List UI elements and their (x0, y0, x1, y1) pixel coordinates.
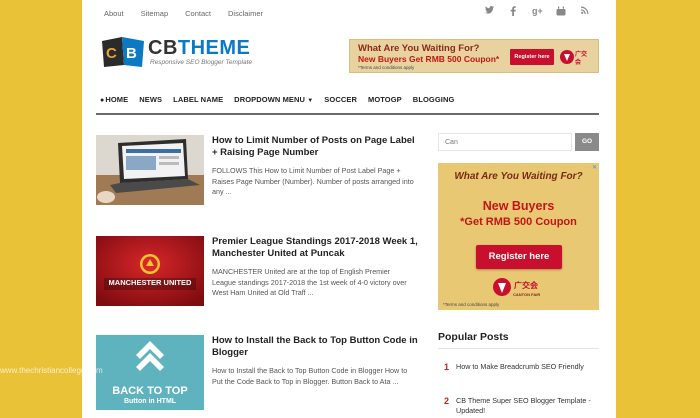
manchester-united-photo (96, 236, 204, 306)
nav-divider (96, 113, 599, 115)
logo-mark-icon: C B (102, 37, 144, 67)
popular-posts-title: Popular Posts (438, 331, 509, 343)
nav-news[interactable]: NEWS (139, 95, 162, 115)
banner-register-button[interactable]: Register here (510, 49, 554, 65)
ad-headline: What Are You Waiting For? (454, 171, 583, 182)
ad-terms: *Terms and conditions apply (443, 302, 500, 307)
banner-offer: New Buyers Get RMB 500 Coupon* (358, 54, 500, 64)
svg-text:广交会: 广交会 (514, 280, 538, 290)
header-ad-banner[interactable]: What Are You Waiting For? New Buyers Get… (349, 39, 599, 73)
facebook-icon[interactable] (508, 6, 518, 18)
svg-text:B: B (126, 45, 137, 62)
nav-dropdown-label: DROPDOWN MENU (234, 95, 306, 104)
thumb-caption: MANCHESTER UNITED (108, 278, 192, 287)
ad-close-icon[interactable]: ✕ (592, 164, 597, 171)
nav-label-name[interactable]: LABEL NAME (173, 95, 223, 115)
blog-page: About Sitemap Contact Disclaimer g+ C B … (82, 0, 616, 418)
sitemap-link[interactable]: Sitemap (141, 9, 169, 18)
top-links: About Sitemap Contact Disclaimer (104, 9, 280, 18)
laptop-photo (96, 135, 204, 205)
nav-blogging[interactable]: BLOGGING (413, 95, 455, 115)
ad-logo-text: CANTON FAIR (513, 292, 541, 297)
google-plus-icon[interactable]: g+ (532, 6, 543, 18)
ad-offer-line: New Buyers (482, 199, 555, 213)
banner-terms: *Terms and conditions apply (358, 65, 415, 70)
contact-link[interactable]: Contact (185, 9, 211, 18)
post-title[interactable]: How to Install the Back to Top Button Co… (212, 335, 420, 359)
popular-divider (438, 348, 599, 349)
post-thumbnail[interactable]: MANCHESTER UNITED (96, 236, 204, 306)
nav-home-label: HOME (105, 95, 129, 104)
post-excerpt: How to Install the Back to Top Button Co… (212, 366, 408, 386)
canton-fair-logo-icon: 广交 会 (560, 50, 587, 66)
nav-dropdown-menu[interactable]: DROPDOWN MENU ▼ (234, 95, 313, 115)
thumb-caption-main: BACK TO TOP (112, 385, 188, 397)
site-logo[interactable]: C B CBTHEME Responsive SEO Blogger Templ… (100, 35, 260, 71)
post-excerpt: MANCHESTER United are at the top of Engl… (212, 267, 407, 297)
search-input[interactable]: Can (438, 133, 572, 151)
post-title[interactable]: Premier League Standings 2017-2018 Week … (212, 236, 420, 260)
canton-fair-logo-icon: 广交会 (493, 278, 538, 296)
popular-rank: 1 (444, 362, 450, 372)
popular-link[interactable]: How to Make Breadcrumb SEO Friendly (456, 362, 604, 372)
search-button[interactable]: GO (575, 133, 599, 151)
svg-text:广交: 广交 (575, 50, 587, 58)
ad-coupon-line: *Get RMB 500 Coupon (460, 216, 577, 228)
popular-rank: 2 (444, 396, 450, 406)
post-thumbnail[interactable]: BACK TO TOP Button in HTML (96, 335, 204, 410)
sidebar-ad[interactable]: ✕ What Are You Waiting For? New Buyers *… (438, 163, 599, 310)
ad-register-button[interactable]: Register here (476, 245, 562, 269)
site-watermark: www.thechristiancollege.com (0, 366, 103, 375)
svg-text:会: 会 (575, 58, 582, 66)
nav-soccer[interactable]: SOCCER (324, 95, 357, 115)
thumb-caption-sub: Button in HTML (123, 398, 177, 405)
svg-text:C: C (106, 45, 117, 62)
banner-headline: What Are You Waiting For? (358, 43, 480, 54)
disclaimer-link[interactable]: Disclaimer (228, 9, 263, 18)
rss-icon[interactable] (580, 6, 590, 18)
twitter-icon[interactable] (484, 6, 494, 18)
logo-title: CBTHEME (148, 37, 250, 60)
social-icons: g+ (484, 6, 590, 18)
logo-title-cb: CB (148, 37, 178, 59)
logo-title-theme: THEME (177, 37, 251, 59)
caret-down-icon: ▼ (307, 98, 314, 104)
top-bar: About Sitemap Contact Disclaimer g+ (82, 0, 616, 27)
nav-home[interactable]: ●HOME (100, 95, 128, 115)
about-link[interactable]: About (104, 9, 124, 18)
youtube-icon[interactable] (556, 6, 566, 18)
home-icon: ● (100, 97, 105, 104)
post-title[interactable]: How to Limit Number of Posts on Page Lab… (212, 135, 420, 159)
main-nav: ●HOME NEWS LABEL NAME DROPDOWN MENU ▼ SO… (100, 95, 599, 115)
post-excerpt: FOLLOWS This How to Limit Number of Post… (212, 166, 414, 196)
nav-motogp[interactable]: MOTOGP (368, 95, 402, 115)
popular-link[interactable]: CB Theme Super SEO Blogger Template - Up… (456, 396, 604, 416)
logo-subtitle: Responsive SEO Blogger Template (150, 59, 253, 66)
post-thumbnail[interactable] (96, 135, 204, 205)
